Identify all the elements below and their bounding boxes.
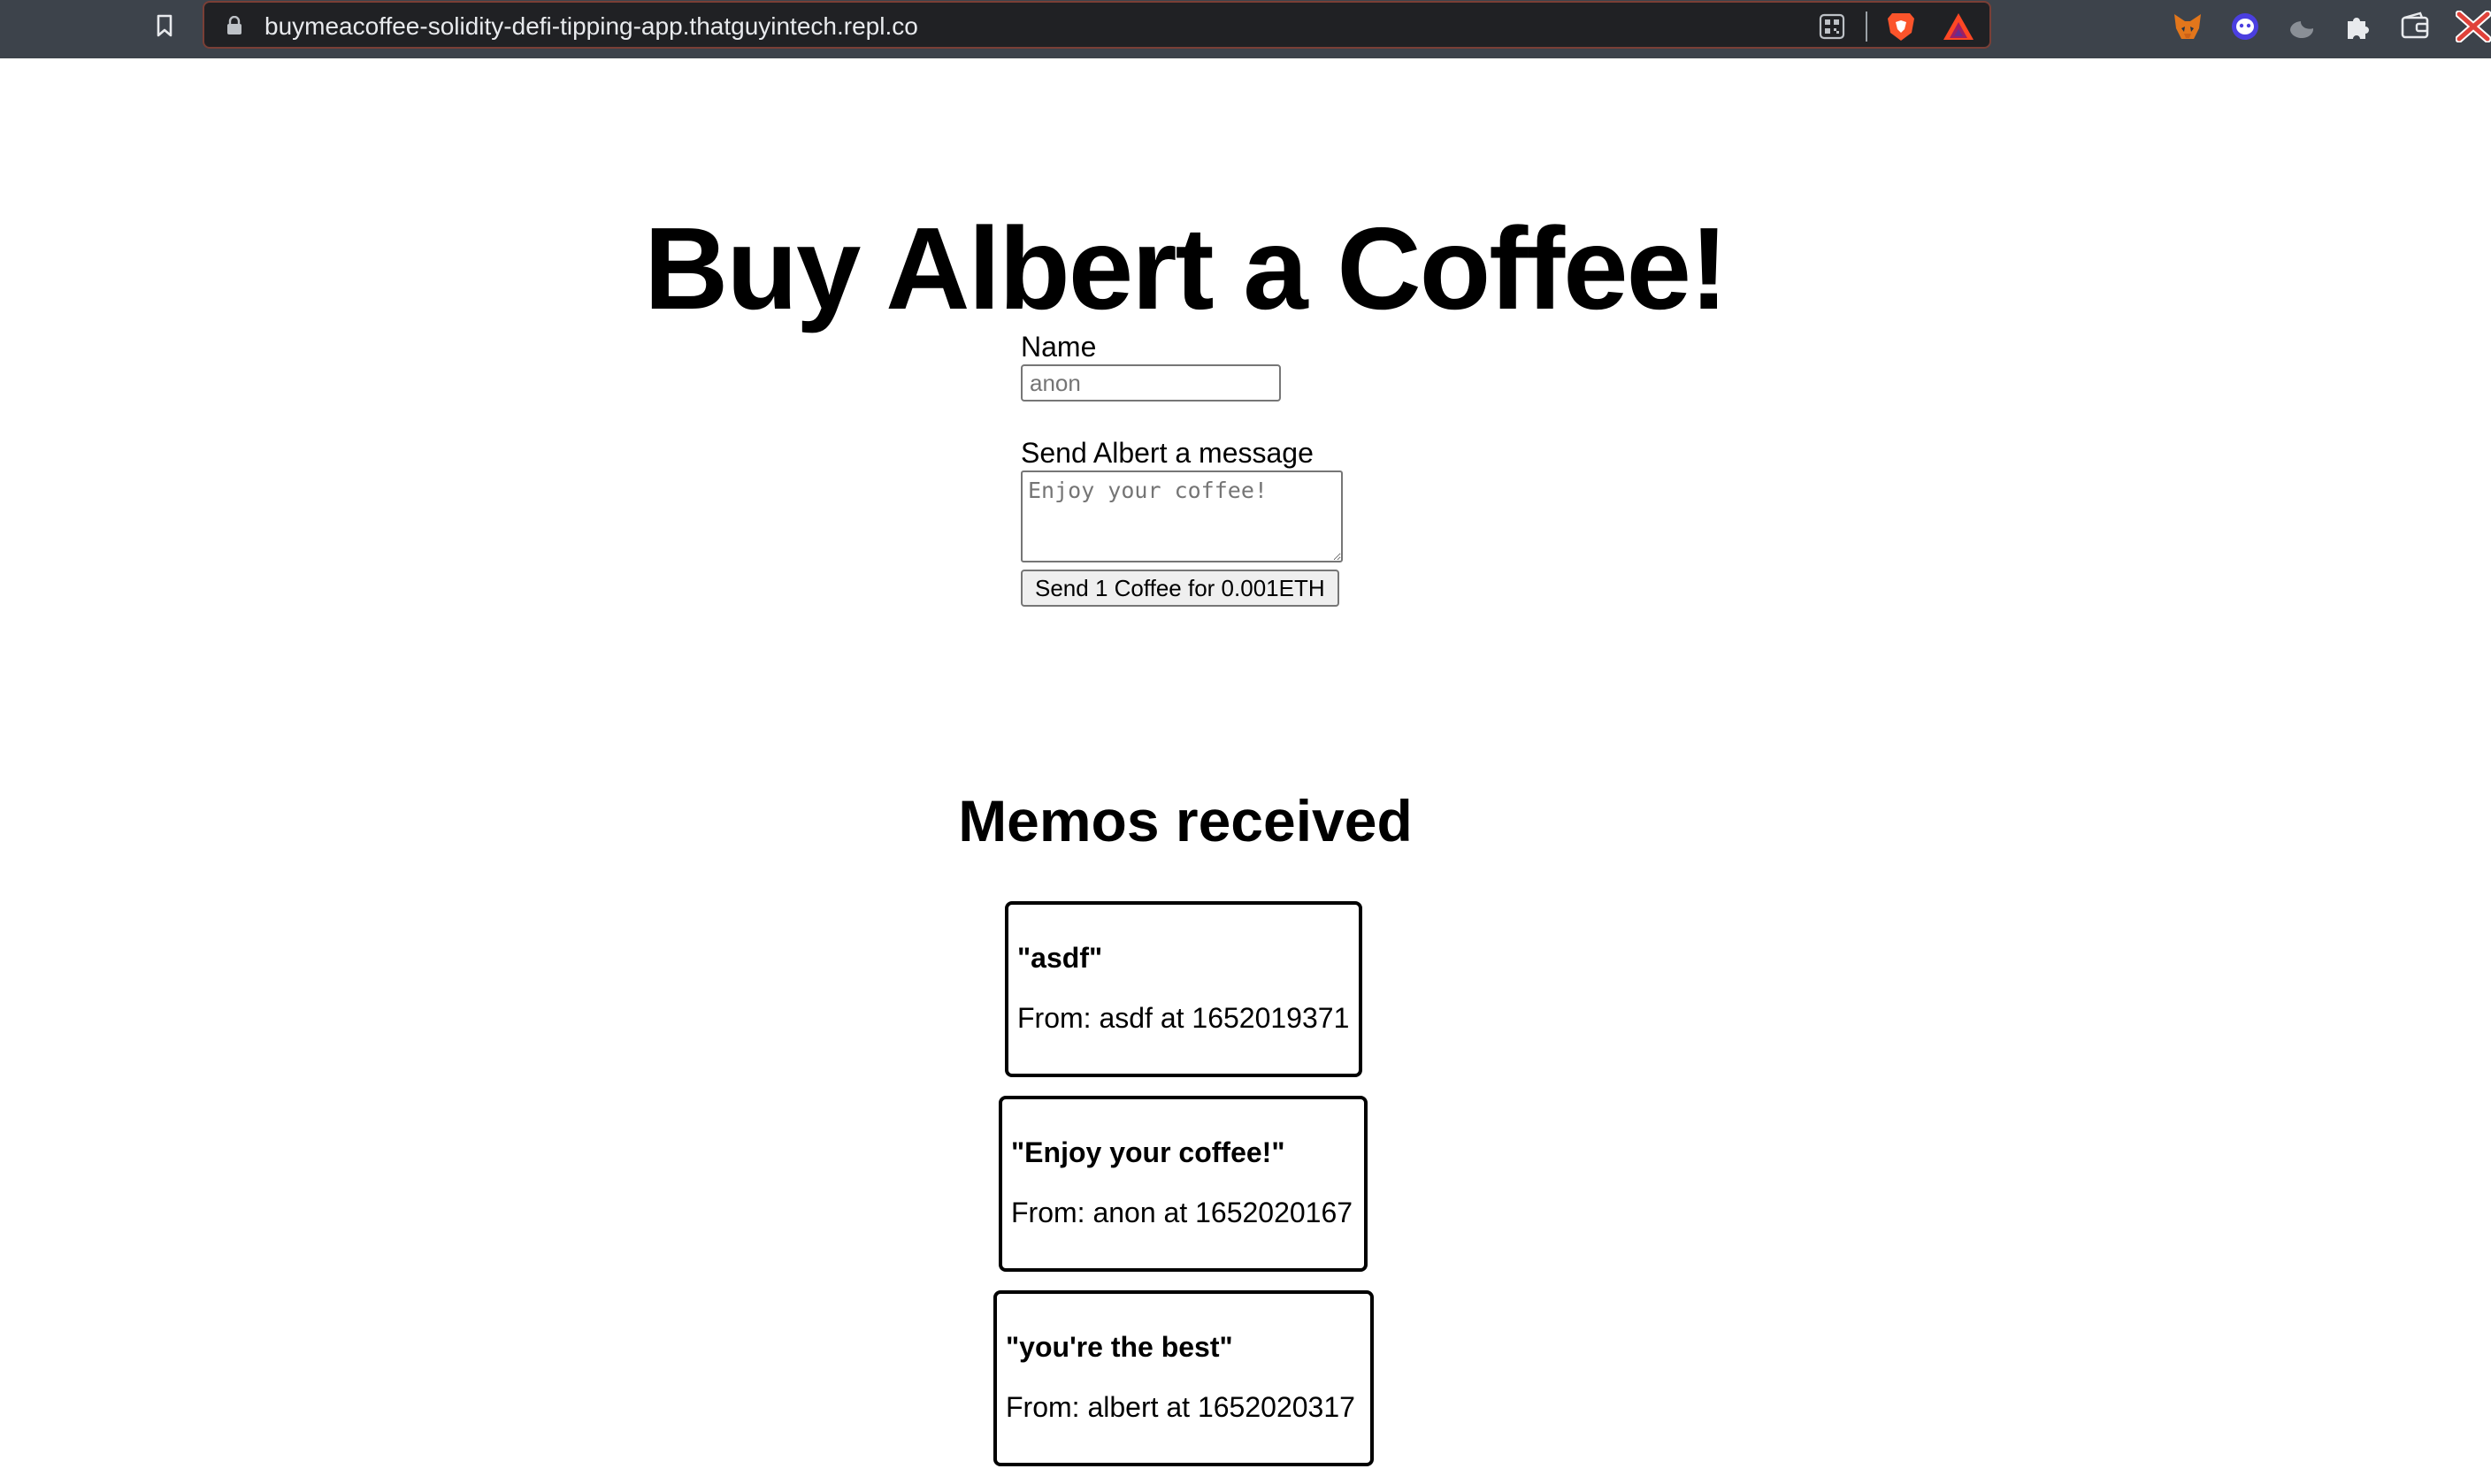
- moon-extension-icon[interactable]: [2285, 11, 2317, 42]
- memo-from: From: albert at 1652020317: [1006, 1391, 1355, 1423]
- memo-message: "asdf": [1017, 942, 1103, 974]
- message-textarea[interactable]: [1021, 470, 1343, 562]
- qr-code-icon[interactable]: [1818, 12, 1846, 41]
- metamask-fox-icon[interactable]: [2172, 11, 2204, 42]
- name-input[interactable]: [1021, 364, 1281, 402]
- memo-message: "Enjoy your coffee!": [1011, 1136, 1285, 1168]
- memos-heading: Memos received: [958, 788, 1413, 853]
- bat-rewards-icon[interactable]: [1942, 11, 1975, 42]
- bookmark-icon[interactable]: [151, 12, 178, 39]
- memo-card: "Enjoy your coffee!" From: anon at 16520…: [999, 1096, 1368, 1272]
- message-label: Send Albert a message: [1021, 437, 1314, 469]
- coffee-form: Name Send Albert a message Send 1 Coffee…: [1021, 331, 1343, 607]
- address-bar[interactable]: buymeacoffee-solidity-defi-tipping-app.t…: [203, 1, 1991, 49]
- browser-toolbar: buymeacoffee-solidity-defi-tipping-app.t…: [0, 0, 2491, 58]
- send-coffee-button[interactable]: Send 1 Coffee for 0.001ETH: [1021, 570, 1339, 607]
- memo-card: "you're the best" From: albert at 165202…: [993, 1290, 1374, 1466]
- memo-from: From: asdf at 1652019371: [1017, 1002, 1350, 1034]
- memo-from: From: anon at 1652020167: [1011, 1197, 1353, 1228]
- name-label: Name: [1021, 331, 1097, 363]
- ghost-extension-icon[interactable]: [2229, 11, 2261, 42]
- memo-message: "you're the best": [1006, 1331, 1233, 1363]
- lock-icon[interactable]: [226, 16, 243, 35]
- memo-card: "asdf" From: asdf at 1652019371: [1005, 901, 1362, 1077]
- brave-shields-icon[interactable]: [1885, 10, 1917, 43]
- url-divider: [1866, 11, 1867, 42]
- close-x-icon[interactable]: [2456, 11, 2491, 42]
- url-text[interactable]: buymeacoffee-solidity-defi-tipping-app.t…: [264, 12, 918, 41]
- wallet-icon[interactable]: [2399, 11, 2431, 42]
- page-title: Buy Albert a Coffee!: [644, 203, 1728, 333]
- extensions-puzzle-icon[interactable]: [2342, 11, 2374, 42]
